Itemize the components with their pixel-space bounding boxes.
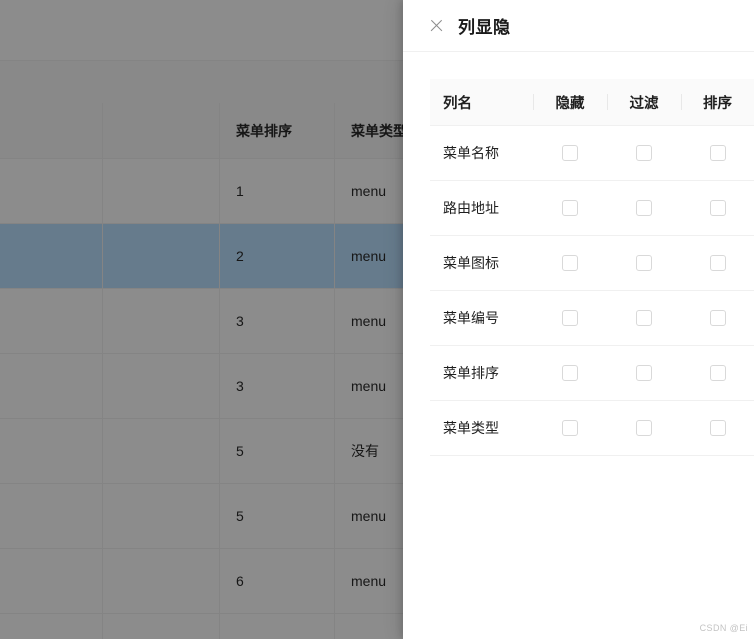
column-name-label: 菜单类型 [443,420,499,436]
drawer-header: 列显隐 [403,0,754,52]
filter-checkbox-cell [607,291,681,345]
hide-checkbox-cell [533,401,607,455]
hide-checkbox[interactable] [562,420,578,436]
sort-checkbox-cell [681,236,754,290]
column-config-row: 菜单编号 [430,291,754,346]
sort-checkbox[interactable] [709,255,726,271]
sort-checkbox-cell [681,291,754,345]
filter-checkbox-cell [607,126,681,180]
drawer-title: 列显隐 [458,18,511,37]
filter-checkbox-cell [607,236,681,290]
column-config-row: 菜单名称 [430,126,754,181]
sort-checkbox[interactable] [709,420,726,436]
filter-checkbox[interactable] [636,420,652,436]
close-icon[interactable] [428,18,444,34]
column-config-header-row: 列名 隐藏 过滤 排序 [430,79,754,126]
drawer-body: 列名 隐藏 过滤 排序 菜单名称路由地址菜单图标菜单编号菜单排序菜单类型 [403,52,754,639]
filter-checkbox[interactable] [636,255,652,271]
column-name-label: 菜单排序 [443,365,499,381]
screen: 菜单排序 菜单类型 操作 1menu查看2menu查看3menu查看3menu查… [0,0,754,639]
column-name-label: 菜单编号 [443,310,499,326]
hide-checkbox-cell [533,236,607,290]
column-name-label: 路由地址 [443,200,499,216]
hide-checkbox[interactable] [562,310,578,326]
hide-checkbox-cell [533,346,607,400]
column-header-filter: 过滤 [607,79,681,125]
column-config-table: 列名 隐藏 过滤 排序 菜单名称路由地址菜单图标菜单编号菜单排序菜单类型 [403,79,754,456]
column-name-label: 菜单名称 [443,145,499,161]
sort-checkbox[interactable] [709,145,726,161]
sort-checkbox-cell [681,126,754,180]
column-name-label: 菜单图标 [443,255,499,271]
filter-checkbox-cell [607,346,681,400]
sort-checkbox[interactable] [709,310,726,326]
filter-checkbox[interactable] [636,145,652,161]
hide-checkbox[interactable] [562,365,578,381]
watermark: CSDN @Ei [699,623,748,633]
filter-checkbox[interactable] [636,365,652,381]
column-header-sort: 排序 [681,79,754,125]
filter-checkbox-cell [607,181,681,235]
sort-checkbox-cell [681,346,754,400]
sort-checkbox[interactable] [709,200,726,216]
column-config-row: 路由地址 [430,181,754,236]
hide-checkbox[interactable] [562,200,578,216]
column-config-row: 菜单图标 [430,236,754,291]
hide-checkbox-cell [533,126,607,180]
column-config-row: 菜单排序 [430,346,754,401]
filter-checkbox[interactable] [636,310,652,326]
filter-checkbox[interactable] [636,200,652,216]
filter-checkbox-cell [607,401,681,455]
sort-checkbox-cell [681,181,754,235]
hide-checkbox[interactable] [562,255,578,271]
sort-checkbox-cell [681,401,754,455]
hide-checkbox[interactable] [562,145,578,161]
sort-checkbox[interactable] [709,365,726,381]
column-config-row: 菜单类型 [430,401,754,456]
column-visibility-drawer: 列显隐 列名 隐藏 过滤 排序 菜单名称路由地址菜单图标菜单编号菜单排序菜单类型 [403,0,754,639]
hide-checkbox-cell [533,181,607,235]
column-header-hide: 隐藏 [533,79,607,125]
hide-checkbox-cell [533,291,607,345]
column-header-name: 列名 [443,95,472,112]
